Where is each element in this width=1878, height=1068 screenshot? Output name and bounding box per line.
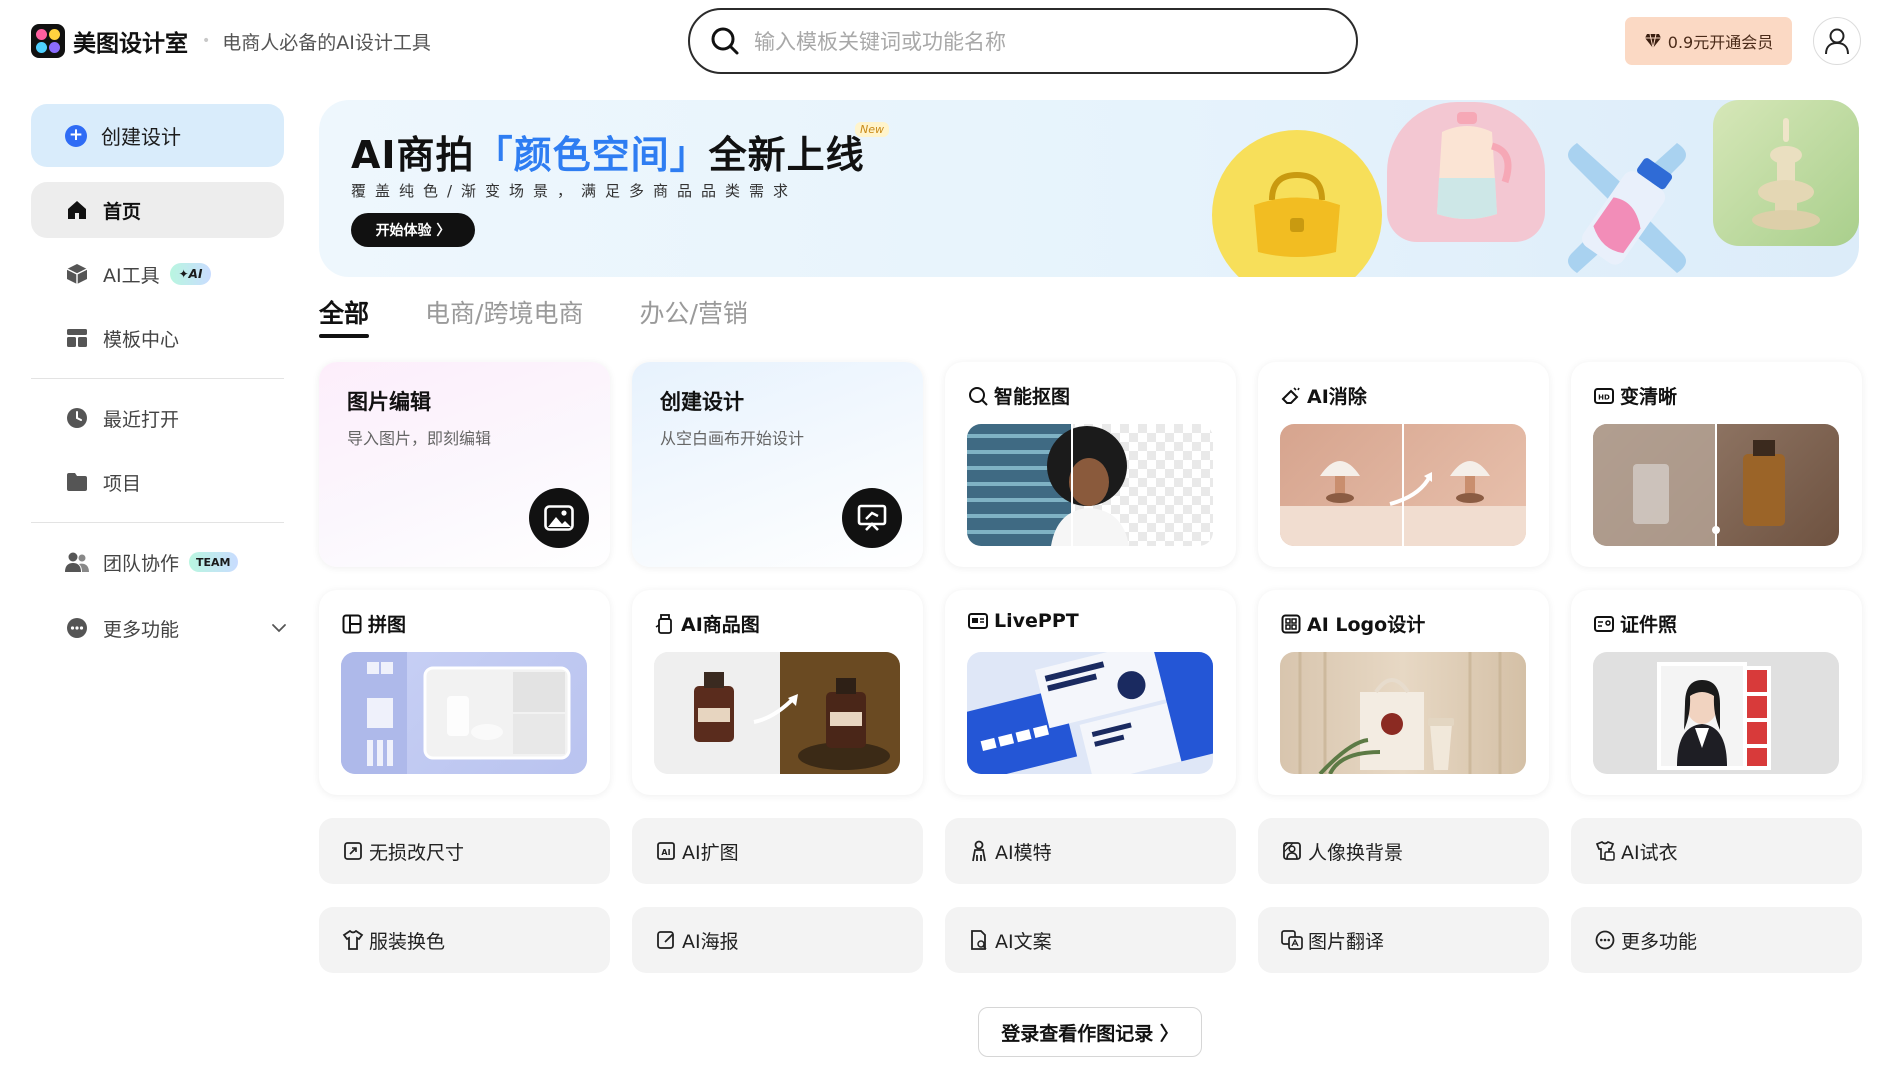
user-icon [1825, 28, 1849, 55]
promo-banner[interactable]: AI商拍「颜色空间」全新上线 New 覆盖纯色/渐变场景，满足多商品品类需求 开… [319, 100, 1859, 277]
banner-photo-bottle [1547, 138, 1707, 277]
card-image-edit[interactable]: 图片编辑 导入图片，即刻编辑 [319, 362, 610, 567]
folder-icon [65, 470, 89, 494]
image-icon [529, 488, 589, 548]
ai-logo-preview-image [1280, 652, 1526, 774]
canvas-icon [842, 488, 902, 548]
translate-icon [1280, 928, 1304, 952]
sidebar-item-team[interactable]: 团队协作 TEAM [31, 534, 284, 590]
create-design-button[interactable]: + 创建设计 [31, 104, 284, 167]
logo-design-icon [1280, 613, 1302, 635]
card-liveppt[interactable]: LivePPT [945, 590, 1236, 795]
tab-all[interactable]: 全部 [319, 294, 370, 338]
copywriting-icon [967, 928, 991, 952]
card-collage[interactable]: 拼图 [319, 590, 610, 795]
tool-portrait-bg[interactable]: 人像换背景 [1258, 818, 1549, 884]
brand-logo[interactable]: 美图设计室 • 电商人必备的AI设计工具 [31, 24, 431, 58]
resize-icon [341, 839, 365, 863]
team-icon [65, 550, 89, 574]
tool-ai-copywriting[interactable]: AI文案 [945, 907, 1236, 973]
tool-ai-expand[interactable]: AI AI扩图 [632, 818, 923, 884]
card-ai-product[interactable]: AI商品图 [632, 590, 923, 795]
card-ai-eraser[interactable]: AI消除 [1258, 362, 1549, 567]
eraser-icon [1280, 385, 1302, 407]
banner-photo-teapot [1387, 102, 1545, 242]
diamond-icon [1644, 33, 1661, 49]
banner-photo-bag [1212, 130, 1382, 277]
liveppt-preview-image [967, 652, 1213, 774]
tool-ai-tryon[interactable]: AI试衣 [1571, 818, 1862, 884]
eraser-preview-image [1280, 424, 1526, 546]
team-badge: TEAM [189, 552, 238, 572]
sidebar-item-templates[interactable]: 模板中心 [31, 310, 284, 366]
banner-photo-candle [1713, 100, 1859, 246]
logo-mark-icon [31, 24, 65, 58]
banner-subtitle: 覆盖纯色/渐变场景，满足多商品品类需求 [351, 182, 798, 200]
sidebar-item-home[interactable]: 首页 [31, 182, 284, 238]
brand-slogan: 电商人必备的AI设计工具 [222, 31, 431, 54]
svg-text:AI: AI [661, 848, 670, 857]
model-icon [967, 839, 991, 863]
tab-office-marketing[interactable]: 办公/营销 [639, 294, 747, 338]
card-smart-cutout[interactable]: 智能抠图 [945, 362, 1236, 567]
collage-preview-image [341, 652, 587, 774]
sidebar-divider [31, 378, 284, 379]
tool-ai-poster[interactable]: AI海报 [632, 907, 923, 973]
sidebar-item-more[interactable]: 更多功能 [31, 600, 287, 656]
cutout-preview-image [967, 424, 1213, 546]
sidebar: + 创建设计 首页 AI工具 ✦AI 模板中心 最近打开 项目 团队协作 TEA… [0, 84, 300, 1068]
collage-icon [341, 613, 363, 635]
category-tabs: 全部 电商/跨境电商 办公/营销 [319, 294, 804, 338]
app-root: 美图设计室 • 电商人必备的AI设计工具 输入模板关键词或功能名称 0.9元开通… [0, 0, 1878, 1068]
card-enhance[interactable]: HD 变清晰 [1571, 362, 1862, 567]
card-ai-logo[interactable]: AI Logo设计 [1258, 590, 1549, 795]
tab-ecommerce[interactable]: 电商/跨境电商 [425, 294, 583, 338]
tryon-icon [1593, 839, 1617, 863]
id-photo-preview-image [1593, 652, 1839, 774]
cutout-icon [967, 385, 989, 407]
expand-icon: AI [654, 839, 678, 863]
user-avatar[interactable] [1813, 17, 1861, 65]
tool-more-features[interactable]: 更多功能 [1571, 907, 1862, 973]
new-badge: New [855, 122, 889, 137]
more-icon [1593, 928, 1617, 952]
sidebar-divider [31, 522, 284, 523]
tool-image-translate[interactable]: 图片翻译 [1258, 907, 1549, 973]
search-input[interactable]: 输入模板关键词或功能名称 [688, 8, 1358, 74]
product-icon [654, 613, 676, 635]
id-photo-icon [1593, 613, 1615, 635]
login-history-button[interactable]: 登录查看作图记录 〉 [978, 1007, 1202, 1057]
tool-ai-model[interactable]: AI模特 [945, 818, 1236, 884]
vip-button[interactable]: 0.9元开通会员 [1625, 17, 1792, 65]
card-create-design[interactable]: 创建设计 从空白画布开始设计 [632, 362, 923, 567]
sidebar-item-recent[interactable]: 最近打开 [31, 390, 284, 446]
home-icon [65, 198, 89, 222]
enhance-preview-image [1593, 424, 1839, 546]
tool-clothing-recolor[interactable]: 服装换色 [319, 907, 610, 973]
sidebar-item-projects[interactable]: 项目 [31, 454, 284, 510]
poster-icon [654, 928, 678, 952]
card-id-photo[interactable]: 证件照 [1571, 590, 1862, 795]
clock-icon [65, 406, 89, 430]
more-icon [65, 616, 89, 640]
shirt-icon [341, 928, 365, 952]
sidebar-item-ai-tools[interactable]: AI工具 ✦AI [31, 246, 284, 302]
search-icon [711, 27, 739, 55]
ai-tools-icon [65, 262, 89, 286]
ai-badge: ✦AI [169, 263, 212, 285]
ppt-icon [967, 610, 989, 632]
svg-text:HD: HD [1598, 393, 1610, 401]
banner-cta-button[interactable]: 开始体验 〉 [351, 213, 475, 247]
ai-product-preview-image [654, 652, 900, 774]
banner-title: AI商拍「颜色空间」全新上线 [351, 133, 865, 177]
bg-swap-icon [1280, 839, 1304, 863]
search-placeholder: 输入模板关键词或功能名称 [754, 30, 1006, 54]
top-bar: 美图设计室 • 电商人必备的AI设计工具 输入模板关键词或功能名称 0.9元开通… [0, 0, 1878, 84]
brand-name: 美图设计室 [73, 31, 188, 57]
hd-icon: HD [1593, 385, 1615, 407]
plus-icon: + [65, 124, 87, 147]
tool-lossless-resize[interactable]: 无损改尺寸 [319, 818, 610, 884]
template-icon [65, 326, 89, 350]
chevron-down-icon[interactable] [271, 623, 287, 633]
